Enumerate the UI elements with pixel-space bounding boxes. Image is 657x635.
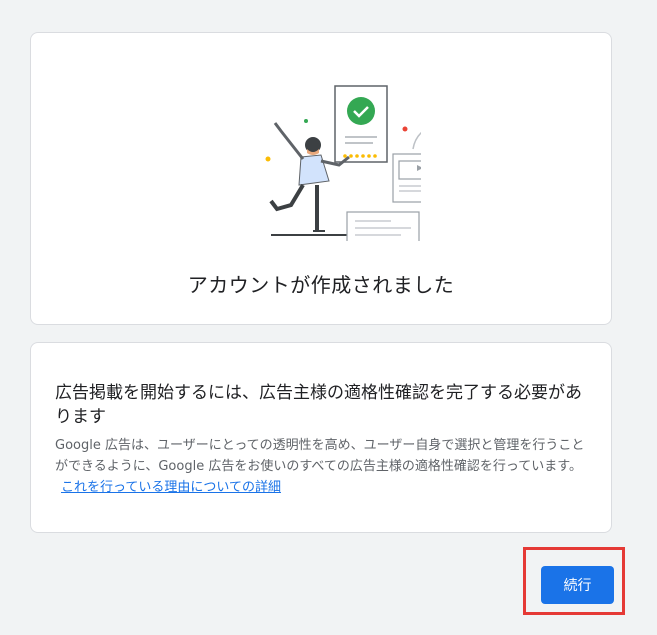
- success-card: アカウントが作成されました: [30, 32, 612, 325]
- learn-more-link[interactable]: これを行っている理由についての詳細: [61, 480, 281, 495]
- info-heading: 広告掲載を開始するには、広告主様の適格性確認を完了する必要があります: [55, 383, 582, 427]
- celebration-illustration: [265, 85, 421, 241]
- success-title: アカウントが作成されました: [187, 273, 455, 297]
- continue-button[interactable]: 続行: [541, 566, 614, 604]
- info-description: Google 広告は、ユーザーにとっての透明性を高め、ユーザー自身で選択と管理を…: [55, 435, 587, 498]
- info-description-text: Google 広告は、ユーザーにとっての透明性を高め、ユーザー自身で選択と管理を…: [55, 438, 585, 474]
- info-card: 広告掲載を開始するには、広告主様の適格性確認を完了する必要があります Googl…: [30, 342, 612, 533]
